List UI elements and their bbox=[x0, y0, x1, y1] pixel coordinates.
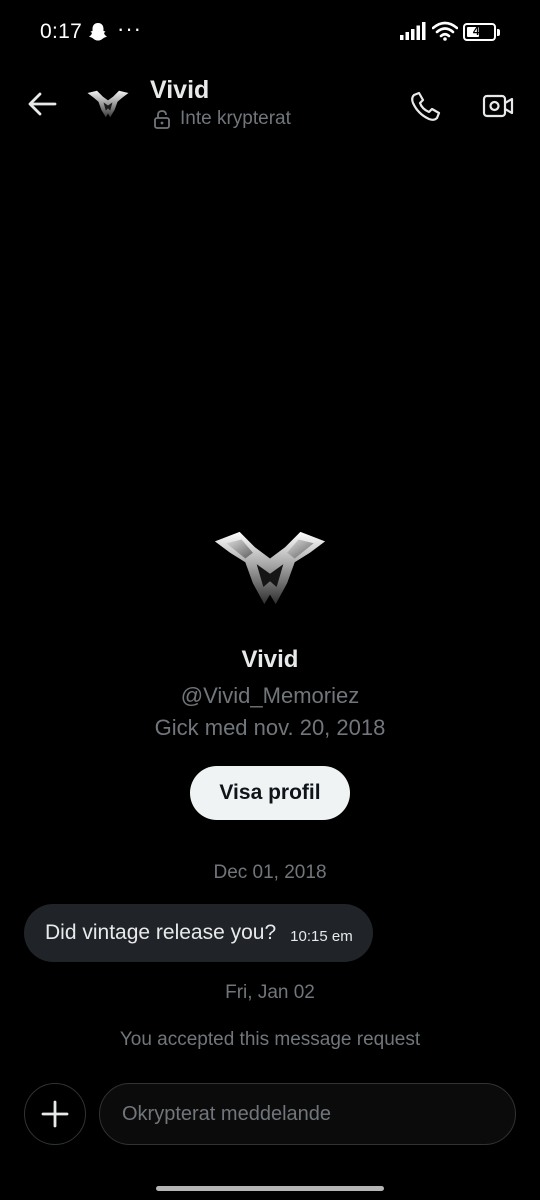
encryption-status-text: Inte krypterat bbox=[180, 108, 291, 129]
message-request-note: You accepted this message request bbox=[119, 1029, 421, 1050]
dm-conversation-screen: 0:17 ··· 47 Vivid Inte krypterat Vivid @… bbox=[0, 0, 540, 1200]
profile-name: Vivid bbox=[241, 646, 299, 673]
video-camera-icon bbox=[482, 94, 514, 118]
battery-level: 47 bbox=[472, 24, 487, 38]
snapchat-ghost-icon bbox=[88, 22, 108, 47]
profile-joined-date: Gick med nov. 20, 2018 bbox=[154, 715, 386, 740]
encryption-status: Inte krypterat bbox=[152, 108, 291, 130]
message-bubble[interactable]: Did vintage release you? 10:15 em bbox=[24, 904, 373, 962]
voice-call-button[interactable] bbox=[404, 84, 448, 128]
battery-icon: 47 bbox=[463, 23, 496, 41]
wifi-icon bbox=[431, 21, 459, 46]
lock-open-icon bbox=[154, 110, 170, 129]
battery-cap bbox=[497, 29, 500, 36]
more-notifications-icon: ··· bbox=[117, 16, 142, 41]
home-indicator[interactable] bbox=[156, 1186, 384, 1191]
status-bar: 0:17 ··· 47 bbox=[0, 0, 540, 64]
date-separator: Fri, Jan 02 bbox=[225, 982, 315, 1003]
plus-icon bbox=[41, 1100, 69, 1128]
conversation-header: Vivid Inte krypterat bbox=[0, 64, 540, 148]
profile-avatar-logo[interactable] bbox=[212, 530, 328, 606]
profile-handle: @Vivid_Memoriez bbox=[180, 683, 360, 708]
status-time: 0:17 bbox=[40, 20, 83, 43]
message-input[interactable] bbox=[99, 1083, 516, 1145]
arrow-left-icon bbox=[28, 92, 57, 116]
message-text: Did vintage release you? bbox=[45, 921, 277, 944]
add-attachment-button[interactable] bbox=[24, 1083, 86, 1145]
back-button[interactable] bbox=[22, 84, 62, 124]
date-separator: Dec 01, 2018 bbox=[213, 862, 327, 883]
conversation-title: Vivid bbox=[150, 76, 210, 104]
avatar[interactable] bbox=[86, 82, 130, 126]
video-call-button[interactable] bbox=[476, 84, 520, 128]
phone-icon bbox=[411, 91, 441, 121]
cell-signal-icon bbox=[400, 22, 426, 45]
view-profile-button[interactable]: Visa profil bbox=[190, 766, 350, 820]
message-time: 10:15 em bbox=[290, 927, 353, 945]
